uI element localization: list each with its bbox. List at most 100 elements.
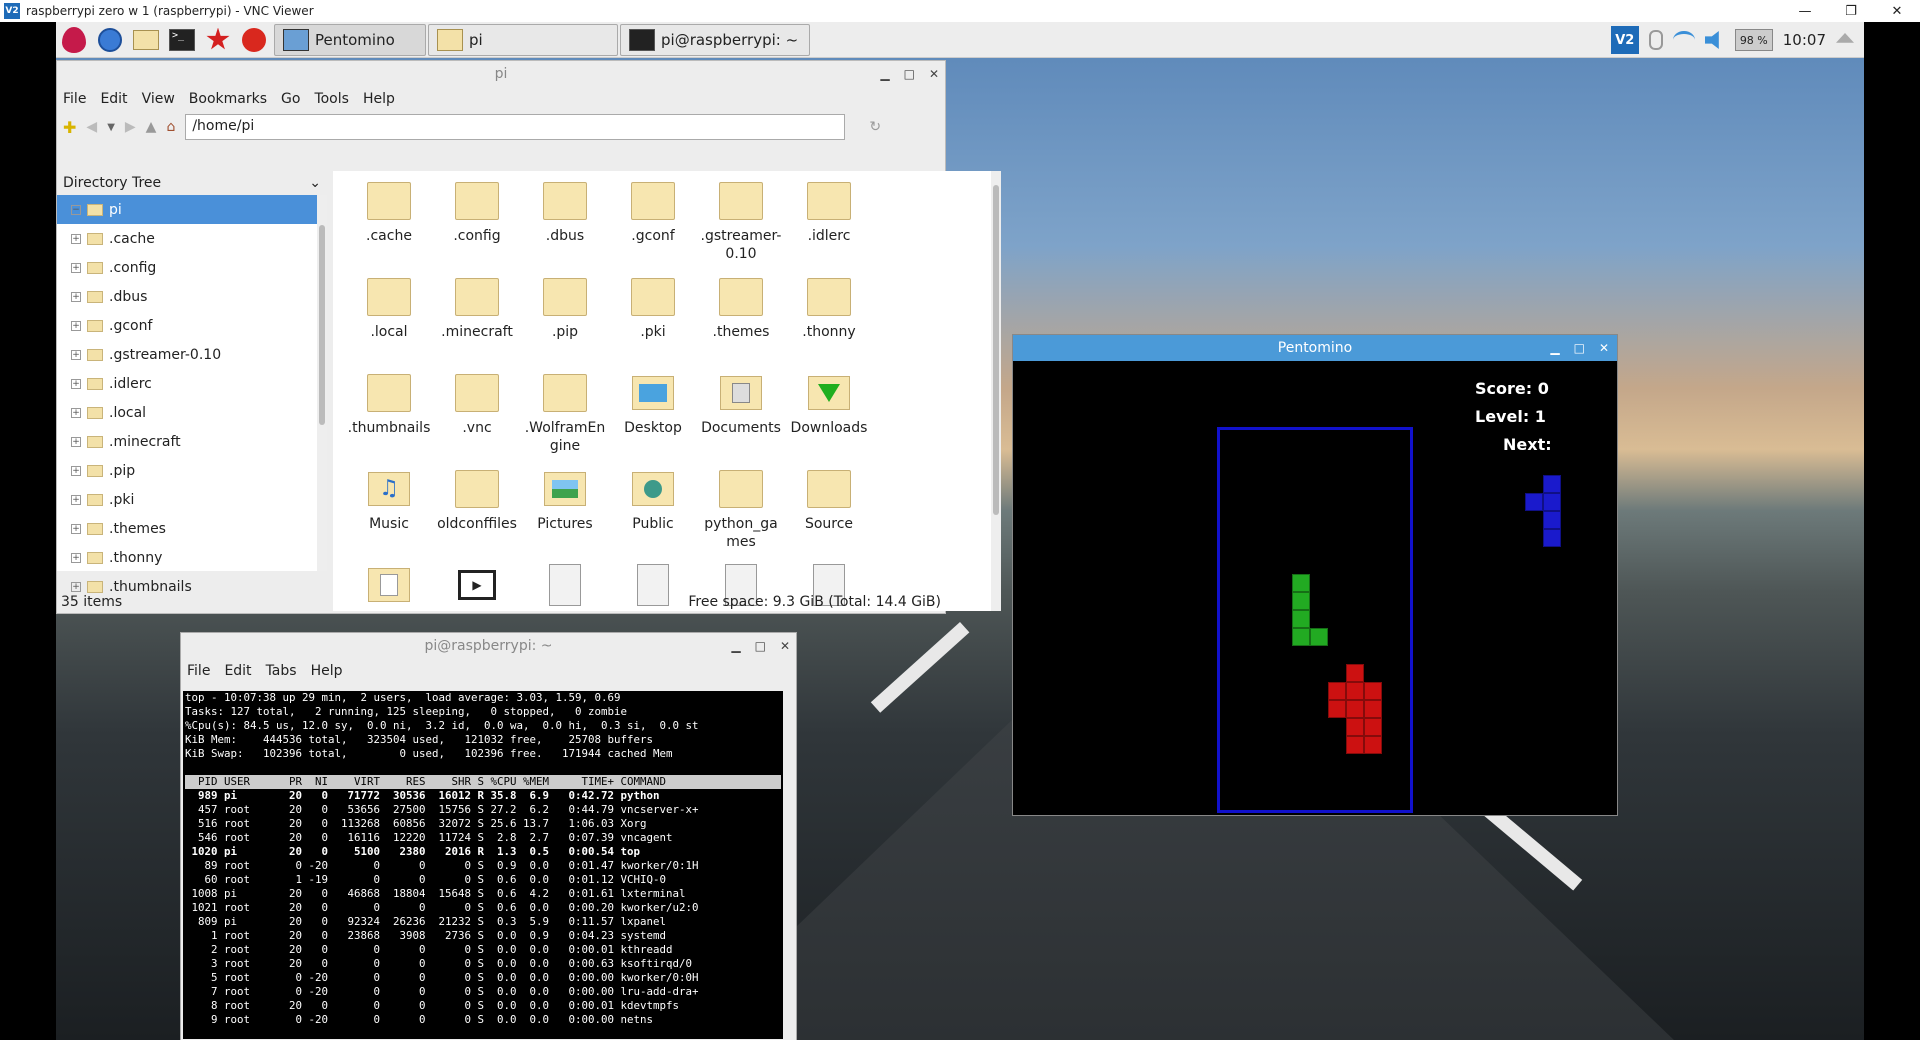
file-item[interactable]: .themes — [697, 275, 785, 371]
game-board[interactable] — [1217, 427, 1413, 813]
eject-icon[interactable] — [1836, 33, 1854, 43]
task-pentomino[interactable]: Pentomino — [274, 23, 426, 56]
tree-item[interactable]: + .config — [57, 253, 327, 282]
close-icon[interactable]: ✕ — [1599, 341, 1609, 355]
expander-icon[interactable]: + — [71, 523, 81, 534]
math-kernel-icon[interactable] — [203, 25, 233, 55]
wifi-icon[interactable] — [1672, 31, 1695, 49]
close-icon[interactable]: ✕ — [929, 67, 939, 81]
tree-item[interactable]: + .minecraft — [57, 427, 327, 456]
menu-tools[interactable]: Tools — [314, 91, 349, 107]
expander-icon[interactable]: + — [71, 233, 81, 244]
close-icon[interactable]: ✕ — [780, 639, 790, 653]
menu-view[interactable]: View — [142, 91, 175, 107]
expander-icon[interactable]: + — [71, 262, 81, 273]
file-item[interactable]: Desktop — [609, 371, 697, 467]
new-tab-icon[interactable]: ✚ — [63, 118, 76, 137]
file-item[interactable]: Pictures — [521, 467, 609, 563]
web-browser-icon[interactable] — [95, 25, 125, 55]
terminal-output[interactable]: top - 10:07:38 up 29 min, 2 users, load … — [183, 691, 783, 1039]
restore-button[interactable]: ❐ — [1828, 0, 1874, 22]
expander-icon[interactable]: + — [71, 581, 81, 592]
volume-icon[interactable] — [1704, 31, 1719, 49]
menu-go[interactable]: Go — [281, 91, 300, 107]
tree-item[interactable]: − pi — [57, 195, 327, 224]
minimize-icon[interactable]: ▁ — [731, 639, 740, 653]
up-icon[interactable]: ▲ — [146, 119, 157, 135]
task-terminal[interactable]: pi@raspberrypi: ~ — [620, 23, 810, 56]
file-item[interactable]: Source — [785, 467, 873, 563]
file-item[interactable]: .WolframEngine — [521, 371, 609, 467]
bluetooth-icon[interactable] — [1648, 30, 1663, 50]
file-item[interactable]: .minecraft — [433, 275, 521, 371]
menu-help[interactable]: Help — [363, 91, 395, 107]
tree-header[interactable]: Directory Tree ⌄ — [57, 171, 327, 195]
chevron-down-icon[interactable]: ▼ — [107, 122, 115, 133]
tree-item[interactable]: + .dbus — [57, 282, 327, 311]
back-icon[interactable]: ◀ — [86, 119, 97, 135]
menu-file[interactable]: File — [63, 91, 86, 107]
file-item[interactable]: .gconf — [609, 179, 697, 275]
file-item[interactable]: .pki — [609, 275, 697, 371]
expander-icon[interactable]: + — [71, 320, 81, 331]
raspberry-menu-icon[interactable] — [59, 25, 89, 55]
tree-item[interactable]: + .themes — [57, 514, 327, 543]
file-item[interactable]: .thumbnails — [345, 371, 433, 467]
chevron-down-icon[interactable]: ⌄ — [309, 175, 321, 191]
menu-help[interactable]: Help — [311, 663, 343, 679]
tree-item[interactable]: + .pip — [57, 456, 327, 485]
task-file-manager[interactable]: pi — [428, 23, 618, 56]
tree-scrollbar[interactable] — [317, 195, 327, 571]
expander-icon[interactable]: + — [71, 349, 81, 360]
maximize-icon[interactable]: □ — [1574, 341, 1585, 355]
tree-item[interactable]: + .cache — [57, 224, 327, 253]
file-item[interactable]: .config — [433, 179, 521, 275]
tree-item[interactable]: + .thonny — [57, 543, 327, 572]
go-icon[interactable]: ↻ — [869, 119, 881, 135]
maximize-icon[interactable]: □ — [904, 67, 915, 81]
file-item[interactable]: ♫ Music — [345, 467, 433, 563]
file-item[interactable]: .cache — [345, 179, 433, 275]
file-item[interactable]: oldconffiles — [433, 467, 521, 563]
minimize-icon[interactable]: ▁ — [1550, 341, 1559, 355]
file-item[interactable]: .local — [345, 275, 433, 371]
expander-icon[interactable]: + — [71, 291, 81, 302]
expander-icon[interactable]: + — [71, 436, 81, 447]
maximize-icon[interactable]: □ — [755, 639, 766, 653]
file-item[interactable]: Documents — [697, 371, 785, 467]
expander-icon[interactable]: − — [71, 204, 81, 215]
file-scrollbar[interactable] — [991, 171, 1001, 611]
file-item[interactable]: .thonny — [785, 275, 873, 371]
minimize-button[interactable]: — — [1782, 0, 1828, 22]
tree-item[interactable]: + .gstreamer-0.10 — [57, 340, 327, 369]
path-input[interactable]: /home/pi — [185, 114, 846, 140]
minimize-icon[interactable]: ▁ — [880, 67, 889, 81]
close-button[interactable]: ✕ — [1874, 0, 1920, 22]
file-item[interactable]: .gstreamer-0.10 — [697, 179, 785, 275]
file-manager-icon[interactable] — [131, 25, 161, 55]
vnc-tray-icon[interactable]: V2 — [1610, 26, 1639, 54]
menu-tabs[interactable]: Tabs — [266, 663, 297, 679]
tree-item[interactable]: + .local — [57, 398, 327, 427]
menu-edit[interactable]: Edit — [100, 91, 127, 107]
tree-item[interactable]: + .idlerc — [57, 369, 327, 398]
expander-icon[interactable]: + — [71, 494, 81, 505]
file-item[interactable]: .pip — [521, 275, 609, 371]
terminal-icon[interactable]: >_ — [167, 25, 197, 55]
menu-file[interactable]: File — [187, 663, 210, 679]
menu-edit[interactable]: Edit — [224, 663, 251, 679]
file-item[interactable]: Downloads — [785, 371, 873, 467]
file-item[interactable]: .vnc — [433, 371, 521, 467]
tree-item[interactable]: + .gconf — [57, 311, 327, 340]
expander-icon[interactable]: + — [71, 465, 81, 476]
file-item[interactable]: python_games — [697, 467, 785, 563]
menu-bookmarks[interactable]: Bookmarks — [189, 91, 267, 107]
expander-icon[interactable]: + — [71, 407, 81, 418]
file-item[interactable]: .idlerc — [785, 179, 873, 275]
forward-icon[interactable]: ▶ — [125, 119, 136, 135]
wolfram-icon[interactable] — [239, 25, 269, 55]
file-item[interactable]: Public — [609, 467, 697, 563]
expander-icon[interactable]: + — [71, 378, 81, 389]
file-item[interactable]: .dbus — [521, 179, 609, 275]
tree-item[interactable]: + .pki — [57, 485, 327, 514]
